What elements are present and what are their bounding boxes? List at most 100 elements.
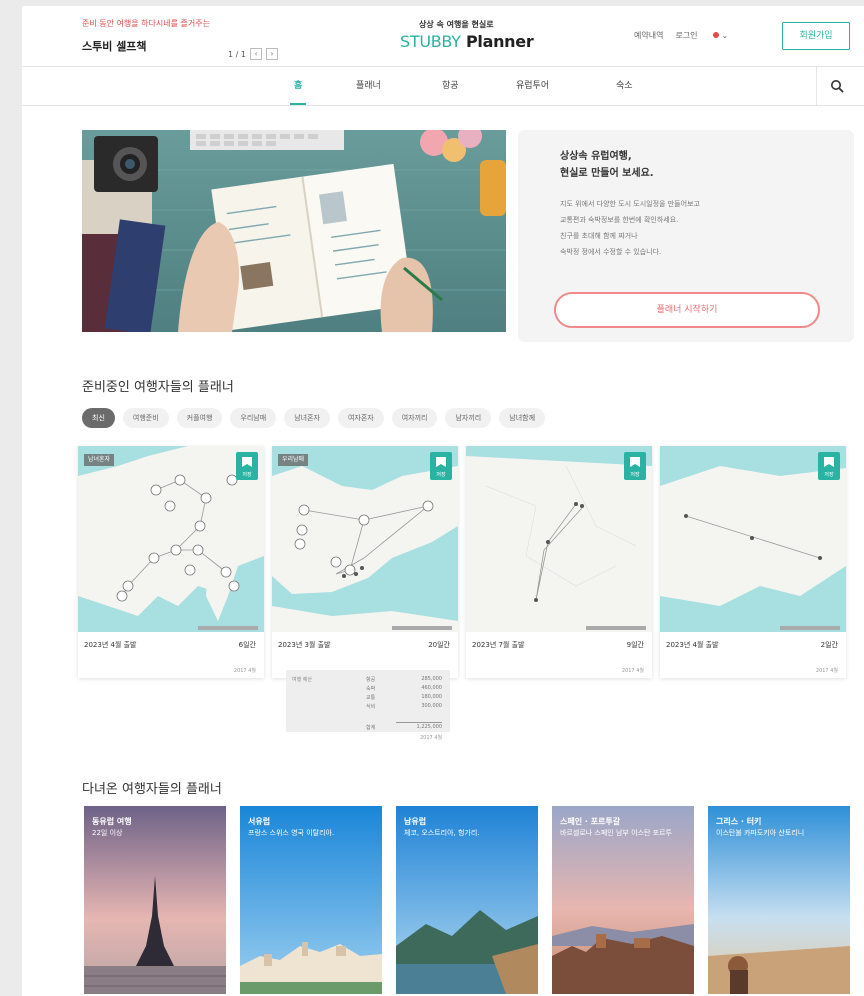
budget-meta: 2017 4월 bbox=[420, 735, 443, 741]
budget-row: 교통 180,000 bbox=[366, 694, 442, 701]
bookmark-icon bbox=[630, 457, 640, 467]
site-logo[interactable]: STUBBY Planner bbox=[400, 32, 534, 51]
trip-photo-desc: 체코, 오스트리아, 헝가리. bbox=[404, 829, 480, 837]
filter-chips: 최신 여행준비 커플여행 우리남매 남녀혼자 여자혼자 여자끼리 남자끼리 남녀… bbox=[82, 408, 546, 428]
card-meta: 2017 4월 bbox=[815, 668, 838, 674]
route-map: 저장 bbox=[660, 446, 846, 632]
budget-label: 항공 bbox=[366, 677, 376, 683]
filter-chip[interactable]: 커플여행 bbox=[176, 408, 223, 428]
hero-image bbox=[82, 130, 506, 332]
promo-pager: 1 / 1 ‹ › bbox=[228, 48, 278, 60]
filter-chip[interactable]: 남녀혼자 bbox=[284, 408, 330, 428]
budget-row: 항공 285,000 bbox=[366, 676, 442, 683]
card-meta: 2017 4월 bbox=[621, 668, 644, 674]
page: 준비 동안 여행을 하다시네를 즐거주는 스투비 셀프책 1 / 1 ‹ › 상… bbox=[22, 6, 864, 996]
bookmark-button[interactable]: 저장 bbox=[624, 452, 646, 480]
budget-value: 285,000 bbox=[421, 676, 442, 682]
trip-photo-title: 남유럽 bbox=[404, 817, 427, 826]
store-name[interactable]: 스투비 셀프책 bbox=[82, 38, 147, 54]
card-footer: 2023년 4월 출발 6일간 2017 4월 bbox=[78, 632, 264, 674]
planner-card[interactable]: 저장 2023년 4월 출발 2일간 2017 4월 bbox=[660, 446, 846, 678]
card-meta: 2017 4월 bbox=[233, 668, 256, 674]
language-select[interactable]: ⌄ bbox=[710, 31, 728, 40]
hero-description: 지도 위에서 다양한 도시 도시일정을 만들어보고 교통편과 숙박정보를 한번에… bbox=[560, 196, 830, 260]
hero-title: 상상속 유럽여행, 현실로 만들어 보세요. bbox=[560, 148, 820, 182]
card-footer: 2023년 3월 출발 20일간 bbox=[272, 632, 458, 660]
filter-chip[interactable]: 여행준비 bbox=[122, 408, 169, 428]
budget-value: 180,000 bbox=[421, 694, 442, 700]
trip-date: 2023년 3월 출발 bbox=[278, 641, 331, 649]
budget-total-row: 합계 1,225,000 bbox=[366, 724, 442, 731]
filter-chip[interactable]: 남자끼리 bbox=[445, 408, 492, 428]
signup-button[interactable]: 회원가입 bbox=[782, 22, 850, 50]
bookmark-label: 저장 bbox=[242, 472, 252, 478]
trip-date: 2023년 4월 출발 bbox=[84, 641, 137, 649]
trip-photo-card[interactable]: 서유럽 프랑스 스위스 영국 이탈리아. bbox=[240, 806, 382, 994]
trip-photo-card[interactable]: 동유럽 여행 22일 이상 bbox=[84, 806, 226, 994]
hero-desc-line: 친구를 초대해 함께 짜거나 bbox=[560, 232, 638, 240]
trip-photo-card[interactable]: 남유럽 체코, 오스트리아, 헝가리. bbox=[396, 806, 538, 994]
pager-prev-button[interactable]: ‹ bbox=[249, 48, 262, 60]
trip-date: 2023년 7월 출발 bbox=[472, 641, 525, 649]
journal-illustration bbox=[82, 130, 506, 332]
login-link[interactable]: 로그인 bbox=[675, 30, 697, 41]
promo-text[interactable]: 준비 동안 여행을 하다시네를 즐거주는 bbox=[82, 18, 210, 29]
bookmark-icon bbox=[824, 457, 834, 467]
hero-desc-line: 교통편과 숙박정보를 한번에 확인하세요. bbox=[560, 216, 679, 224]
nav-europe-tour[interactable]: 유럽투어 bbox=[516, 67, 549, 105]
trip-photo-title: 동유럽 여행 bbox=[92, 817, 132, 826]
planner-card[interactable]: 우리남매 저장 2023년 3월 출발 20일간 bbox=[272, 446, 458, 678]
planner-promo-card: 상상속 유럽여행, 현실로 만들어 보세요. 지도 위에서 다양한 도시 도시일… bbox=[518, 130, 854, 342]
filter-chip-latest[interactable]: 최신 bbox=[82, 408, 115, 428]
pager-next-button[interactable]: › bbox=[265, 48, 278, 60]
bookmark-icon bbox=[242, 457, 252, 467]
flag-icon bbox=[712, 32, 719, 38]
budget-row: 숙박 460,000 bbox=[366, 685, 442, 692]
start-planner-button[interactable]: 플래너 시작하기 bbox=[554, 292, 820, 328]
bookmark-label: 저장 bbox=[824, 472, 834, 478]
trip-photo-card[interactable]: 스페인 · 포르투갈 바르셀로나 스페인 남부 이스탄 포르투 bbox=[552, 806, 694, 994]
route-map: 우리남매 저장 bbox=[272, 446, 458, 632]
budget-preview: 여행 예산 항공 285,000 숙박 460,000 교통 180,000 식비 30… bbox=[286, 670, 450, 732]
trip-photo-title: 그리스 · 터키 bbox=[716, 817, 762, 826]
trip-date: 2023년 4월 출발 bbox=[666, 641, 719, 649]
filter-chip[interactable]: 여자혼자 bbox=[337, 408, 384, 428]
trip-photo-desc: 바르셀로나 스페인 남부 이스탄 포르투 bbox=[560, 829, 672, 837]
site-header: 준비 동안 여행을 하다시네를 즐거주는 스투비 셀프책 1 / 1 ‹ › 상… bbox=[22, 6, 864, 66]
trip-duration: 2일간 bbox=[820, 641, 838, 649]
budget-label: 식비 bbox=[366, 704, 376, 710]
nav-planner[interactable]: 플래너 bbox=[356, 67, 381, 105]
filter-chip[interactable]: 우리남매 bbox=[230, 408, 277, 428]
search-button[interactable] bbox=[816, 67, 857, 105]
bookmark-label: 저장 bbox=[436, 472, 446, 478]
trip-photo-title: 서유럽 bbox=[248, 817, 271, 826]
ongoing-planners-title: 준비중인 여행자들의 플래너 bbox=[82, 380, 234, 395]
search-icon bbox=[831, 80, 844, 93]
budget-divider bbox=[396, 722, 442, 723]
planner-tag: 남녀혼자 bbox=[84, 454, 115, 466]
filter-chip[interactable]: 여자끼리 bbox=[391, 408, 438, 428]
bookmark-button[interactable]: 저장 bbox=[818, 452, 840, 480]
logo-text-planner: Planner bbox=[460, 32, 534, 51]
planner-card[interactable]: 저장 2023년 7월 출발 9일간 2017 4월 bbox=[466, 446, 652, 678]
nav-flights[interactable]: 항공 bbox=[442, 67, 459, 105]
logo-text-stubby: STUBBY bbox=[400, 32, 461, 51]
nav-home[interactable]: 홈 bbox=[289, 67, 307, 105]
bookmark-label: 저장 bbox=[630, 472, 640, 478]
planner-card[interactable]: 남녀혼자 저장 2023년 4월 출발 6일간 2017 4월 bbox=[78, 446, 264, 678]
trip-duration: 9일간 bbox=[626, 641, 644, 649]
budget-value: 300,000 bbox=[421, 703, 442, 709]
trip-photo-title: 스페인 · 포르투갈 bbox=[560, 817, 621, 826]
hero-desc-line: 숙박정 정에서 수정할 수 있습니다. bbox=[560, 248, 662, 256]
bookmark-button[interactable]: 저장 bbox=[430, 452, 452, 480]
bookmark-icon bbox=[436, 457, 446, 467]
hero-title-line: 상상속 유럽여행, bbox=[560, 151, 632, 162]
main-nav: 홈 플래너 항공 유럽투어 숙소 bbox=[22, 66, 864, 106]
trip-photo-card[interactable]: 그리스 · 터키 이스탄불 카파도키아 산토리니 bbox=[708, 806, 850, 994]
trip-duration: 6일간 bbox=[238, 641, 256, 649]
reservations-link[interactable]: 예약내역 bbox=[634, 30, 663, 41]
bookmark-button[interactable]: 저장 bbox=[236, 452, 258, 480]
nav-lodging[interactable]: 숙소 bbox=[616, 67, 633, 105]
filter-chip[interactable]: 남녀함께 bbox=[499, 408, 546, 428]
logo-tagline: 상상 속 여행을 현실로 bbox=[419, 20, 494, 29]
